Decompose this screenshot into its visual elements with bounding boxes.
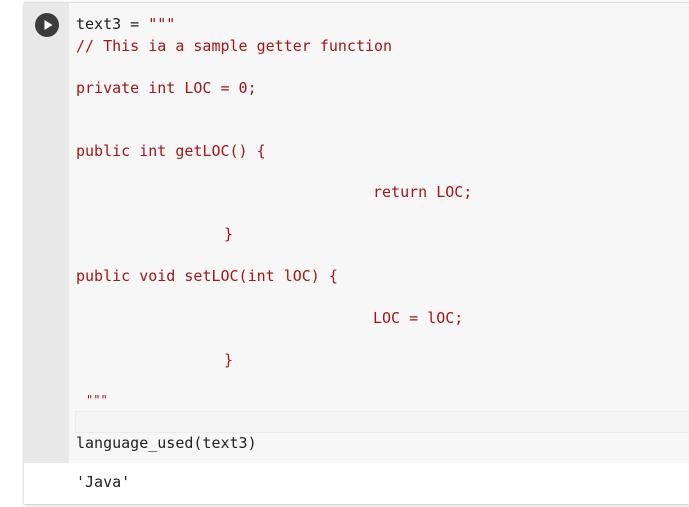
code-line: private int LOC = 0;: [76, 79, 257, 97]
code-line: }: [224, 351, 234, 369]
cell-gutter: [24, 3, 69, 463]
code-text: text3 =: [76, 15, 149, 33]
code-cell: text3 = """ // This ia a sample getter f…: [24, 2, 689, 504]
code-line: public void setLOC(int lOC) {: [76, 267, 338, 285]
code-line: text3 = """: [76, 15, 175, 33]
run-cell-button[interactable]: [35, 13, 59, 37]
code-line: LOC = lOC;: [373, 309, 464, 327]
code-editor[interactable]: text3 = """ // This ia a sample getter f…: [69, 3, 689, 463]
output-text: 'Java': [76, 473, 131, 491]
cell-output: 'Java': [69, 463, 689, 504]
play-icon: [44, 20, 53, 30]
code-line: // This ia a sample getter function: [76, 37, 393, 55]
code-line: """: [86, 393, 108, 407]
code-line: language_used(text3): [76, 434, 257, 452]
string-text: """: [148, 15, 176, 33]
current-line-highlight: [75, 411, 689, 433]
code-line: }: [224, 225, 234, 243]
code-line: return LOC;: [373, 183, 473, 201]
code-line: public int getLOC() {: [76, 142, 266, 160]
